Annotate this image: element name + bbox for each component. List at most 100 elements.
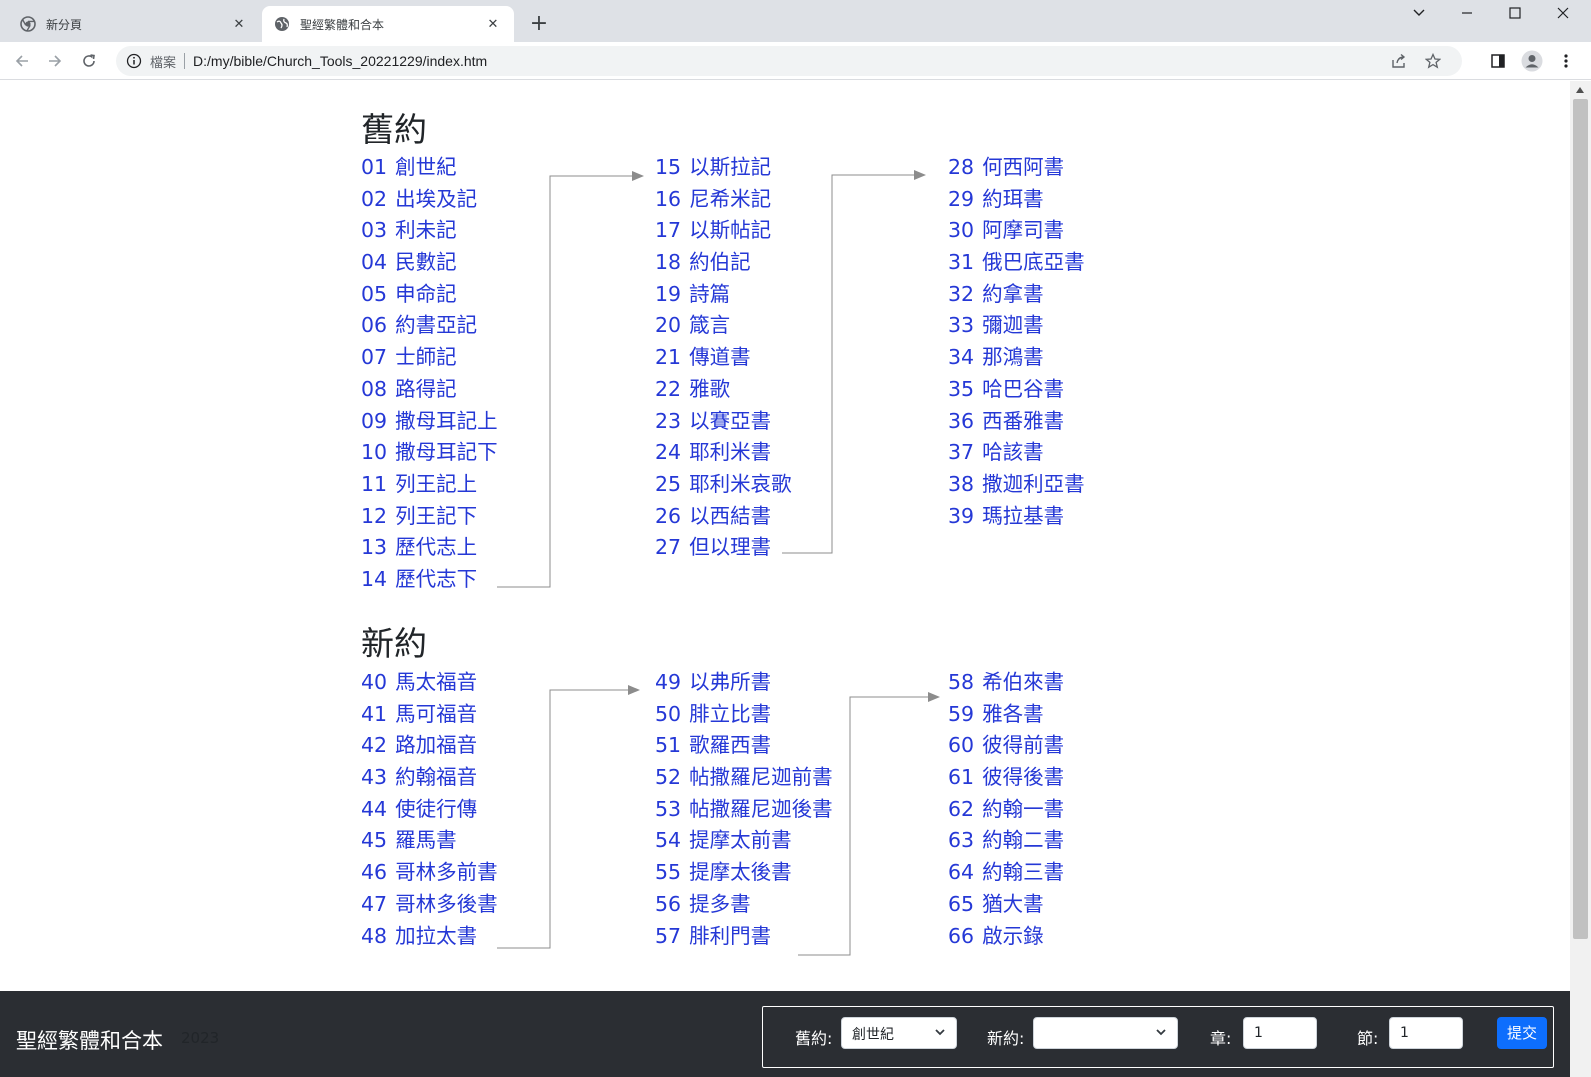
book-link[interactable]: 10 撒母耳記下	[361, 437, 498, 469]
book-link[interactable]: 13 歷代志上	[361, 532, 498, 564]
verse-input[interactable]: 1	[1389, 1017, 1463, 1049]
book-link[interactable]: 35 哈巴谷書	[948, 374, 1085, 406]
book-link[interactable]: 05 申命記	[361, 279, 498, 311]
book-name: 瑪拉基書	[982, 503, 1065, 528]
close-window-icon[interactable]	[1540, 0, 1586, 26]
book-link[interactable]: 12 列王記下	[361, 501, 498, 533]
book-link[interactable]: 44 使徒行傳	[361, 794, 498, 826]
book-link[interactable]: 20 箴言	[655, 310, 792, 342]
url-text[interactable]: D:/my/bible/Church_Tools_20221229/index.…	[193, 53, 487, 69]
book-link[interactable]: 42 路加福音	[361, 730, 498, 762]
book-link[interactable]: 45 羅馬書	[361, 825, 498, 857]
book-link[interactable]: 55 提摩太後書	[655, 857, 833, 889]
book-link[interactable]: 15 以斯拉記	[655, 152, 792, 184]
book-link[interactable]: 61 彼得後書	[948, 762, 1064, 794]
book-link[interactable]: 33 彌迦書	[948, 310, 1085, 342]
close-tab-icon[interactable]: ✕	[230, 15, 248, 33]
minimize-icon[interactable]	[1444, 0, 1490, 26]
book-link[interactable]: 37 哈該書	[948, 437, 1085, 469]
book-link[interactable]: 07 士師記	[361, 342, 498, 374]
side-panel-icon[interactable]	[1486, 49, 1510, 73]
book-link[interactable]: 18 約伯記	[655, 247, 792, 279]
maximize-icon[interactable]	[1492, 0, 1538, 26]
book-number: 47	[361, 891, 388, 916]
book-link[interactable]: 65 猶大書	[948, 889, 1064, 921]
book-link[interactable]: 27 但以理書	[655, 532, 792, 564]
book-link[interactable]: 17 以斯帖記	[655, 215, 792, 247]
book-link[interactable]: 24 耶利米書	[655, 437, 792, 469]
profile-avatar-icon[interactable]	[1520, 49, 1544, 73]
book-link[interactable]: 48 加拉太書	[361, 921, 498, 953]
book-link[interactable]: 11 列王記上	[361, 469, 498, 501]
book-link[interactable]: 46 哥林多前書	[361, 857, 498, 889]
book-link[interactable]: 51 歌羅西書	[655, 730, 833, 762]
address-bar[interactable]: 檔案 D:/my/bible/Church_Tools_20221229/ind…	[116, 46, 1462, 76]
book-link[interactable]: 47 哥林多後書	[361, 889, 498, 921]
book-link[interactable]: 36 西番雅書	[948, 406, 1085, 438]
book-link[interactable]: 19 詩篇	[655, 279, 792, 311]
info-icon[interactable]	[124, 51, 144, 71]
book-link[interactable]: 32 約拿書	[948, 279, 1085, 311]
book-name: 約珥書	[982, 186, 1044, 211]
book-name: 耶利米書	[689, 440, 772, 465]
forward-icon[interactable]	[43, 49, 67, 73]
submit-button[interactable]: 提交	[1497, 1017, 1547, 1049]
tab-new-tab[interactable]: 新分頁 ✕	[8, 6, 258, 42]
book-link[interactable]: 40 馬太福音	[361, 667, 498, 699]
book-link[interactable]: 52 帖撒羅尼迦前書	[655, 762, 833, 794]
book-link[interactable]: 09 撒母耳記上	[361, 406, 498, 438]
old-testament-select[interactable]: 創世紀	[841, 1017, 957, 1049]
page-scrollbar[interactable]	[1570, 81, 1591, 1077]
scroll-up-arrow-icon[interactable]	[1576, 87, 1584, 93]
book-link[interactable]: 29 約珥書	[948, 184, 1085, 216]
more-menu-icon[interactable]	[1554, 49, 1578, 73]
reload-icon[interactable]	[77, 49, 101, 73]
book-number: 27	[655, 535, 682, 560]
book-link[interactable]: 56 提多書	[655, 889, 833, 921]
book-link[interactable]: 04 民數記	[361, 247, 498, 279]
book-link[interactable]: 62 約翰一書	[948, 794, 1064, 826]
book-link[interactable]: 16 尼希米記	[655, 184, 792, 216]
book-link[interactable]: 64 約翰三書	[948, 857, 1064, 889]
back-icon[interactable]	[10, 49, 34, 73]
book-link[interactable]: 06 約書亞記	[361, 310, 498, 342]
book-link[interactable]: 38 撒迦利亞書	[948, 469, 1085, 501]
book-link[interactable]: 39 瑪拉基書	[948, 501, 1085, 533]
book-link[interactable]: 66 啟示錄	[948, 921, 1064, 953]
book-link[interactable]: 41 馬可福音	[361, 699, 498, 731]
share-icon[interactable]	[1388, 50, 1410, 72]
bookmark-star-icon[interactable]	[1422, 50, 1444, 72]
book-link[interactable]: 22 雅歌	[655, 374, 792, 406]
book-link[interactable]: 30 阿摩司書	[948, 215, 1085, 247]
book-link[interactable]: 50 腓立比書	[655, 699, 833, 731]
book-link[interactable]: 25 耶利米哀歌	[655, 469, 792, 501]
book-link[interactable]: 26 以西結書	[655, 501, 792, 533]
book-link[interactable]: 59 雅各書	[948, 699, 1064, 731]
book-link[interactable]: 63 約翰二書	[948, 825, 1064, 857]
book-link[interactable]: 43 約翰福音	[361, 762, 498, 794]
book-link[interactable]: 14 歷代志下	[361, 564, 498, 596]
book-link[interactable]: 02 出埃及記	[361, 184, 498, 216]
book-link[interactable]: 21 傳道書	[655, 342, 792, 374]
book-link[interactable]: 49 以弗所書	[655, 667, 833, 699]
book-link[interactable]: 57 腓利門書	[655, 921, 833, 953]
new-testament-select[interactable]	[1033, 1017, 1178, 1049]
book-link[interactable]: 28 何西阿書	[948, 152, 1085, 184]
tab-bible[interactable]: 聖經繁體和合本 ✕	[262, 6, 514, 42]
scrollbar-thumb[interactable]	[1573, 99, 1588, 939]
book-link[interactable]: 01 創世紀	[361, 152, 498, 184]
book-link[interactable]: 31 俄巴底亞書	[948, 247, 1085, 279]
chapter-input[interactable]: 1	[1243, 1017, 1317, 1049]
new-tab-button[interactable]: +	[526, 12, 552, 38]
book-link[interactable]: 03 利未記	[361, 215, 498, 247]
book-link[interactable]: 60 彼得前書	[948, 730, 1064, 762]
book-link[interactable]: 54 提摩太前書	[655, 825, 833, 857]
book-link[interactable]: 34 那鴻書	[948, 342, 1085, 374]
book-link[interactable]: 08 路得記	[361, 374, 498, 406]
close-tab-icon[interactable]: ✕	[484, 15, 502, 33]
tab-search-icon[interactable]	[1396, 0, 1442, 26]
footer-brand[interactable]: 聖經繁體和合本	[16, 1025, 163, 1055]
book-link[interactable]: 53 帖撒羅尼迦後書	[655, 794, 833, 826]
book-link[interactable]: 23 以賽亞書	[655, 406, 792, 438]
book-link[interactable]: 58 希伯來書	[948, 667, 1064, 699]
